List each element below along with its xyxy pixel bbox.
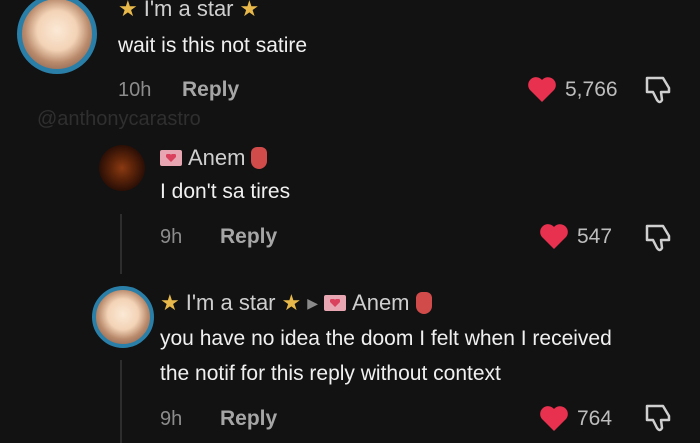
reply-button[interactable]: Reply: [220, 225, 277, 249]
dislike-icon[interactable]: [643, 222, 675, 254]
comment-text-line-2: the notif for this reply without context: [160, 362, 501, 385]
reply-button[interactable]: Reply: [220, 407, 277, 431]
reply-button[interactable]: Reply: [182, 78, 239, 102]
hand-icon: [251, 147, 268, 169]
comment-text: I don't sa tires: [160, 180, 291, 203]
username-label: I'm a star: [143, 0, 234, 21]
like-button[interactable]: 764: [539, 405, 612, 432]
heart-icon: [540, 406, 568, 431]
username-label: I'm a star: [185, 290, 276, 315]
avatar[interactable]: [99, 145, 145, 191]
mail-heart-icon: [324, 295, 347, 311]
avatar[interactable]: [92, 286, 154, 348]
star-icon: ★: [160, 290, 180, 315]
like-count: 547: [577, 224, 613, 248]
comment-username[interactable]: ★ I'm a star ★: [118, 0, 259, 22]
heart-icon: [540, 224, 568, 249]
star-icon: ★: [281, 290, 302, 315]
avatar[interactable]: [17, 0, 97, 74]
reply-to-username[interactable]: Anem: [352, 290, 409, 316]
star-icon: ★: [118, 0, 138, 21]
dislike-icon[interactable]: [643, 402, 675, 434]
like-count: 764: [577, 406, 613, 430]
comment-username[interactable]: Anem: [160, 145, 268, 171]
comment-username[interactable]: ★ I'm a star ★ ▶ Anem: [160, 290, 432, 316]
star-icon: ★: [239, 0, 260, 21]
username-label: Anem: [188, 145, 246, 170]
like-count: 5,766: [565, 77, 618, 101]
comment-text: wait is this not satire: [118, 34, 308, 57]
mail-heart-icon: [160, 150, 182, 166]
comment-time: 10h: [118, 79, 152, 101]
watermark: @anthonycarastro: [37, 108, 201, 130]
dislike-icon[interactable]: [643, 74, 675, 106]
comment-text-line-1: you have no idea the doom I felt when I …: [160, 327, 612, 350]
heart-icon: [528, 77, 556, 102]
thread-line: [120, 214, 122, 274]
thread-line: [120, 360, 122, 443]
comment-time: 9h: [160, 226, 183, 248]
comment-time: 9h: [160, 408, 183, 430]
reply-arrow-icon: ▶: [307, 294, 319, 311]
like-button[interactable]: 5,766: [527, 76, 618, 103]
like-button[interactable]: 547: [539, 223, 612, 250]
hand-icon: [415, 292, 432, 314]
